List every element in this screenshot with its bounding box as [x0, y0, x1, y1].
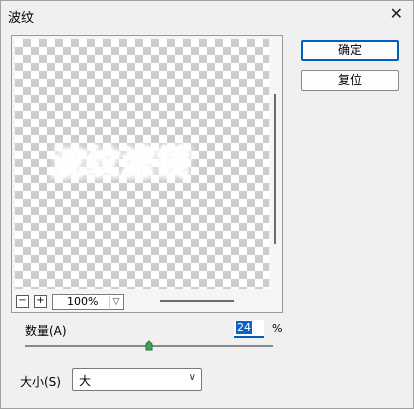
size-label: 大小(S) — [20, 375, 61, 389]
zoom-out-button[interactable]: − — [16, 295, 29, 308]
horizontal-scrollbar[interactable] — [160, 300, 234, 302]
ripple-dialog: 波纹 ✕ 波纹滤镜 − + 100% ▽ 确定 复位 数量(A) 24 % 大小… — [0, 0, 414, 409]
preview-panel: 波纹滤镜 − + 100% ▽ — [11, 35, 283, 313]
size-select[interactable]: 大 ∨ — [72, 368, 202, 391]
amount-value: 24 — [236, 321, 252, 334]
title-bar: 波纹 ✕ — [1, 1, 413, 29]
size-selected-value: 大 — [79, 374, 92, 388]
reset-button[interactable]: 复位 — [301, 70, 399, 91]
zoom-select[interactable]: 100% ▽ — [52, 294, 124, 310]
vertical-scrollbar[interactable] — [274, 94, 276, 244]
preview-canvas[interactable]: 波纹滤镜 — [15, 39, 269, 289]
dialog-title: 波纹 — [8, 11, 35, 26]
amount-unit: % — [272, 322, 283, 335]
zoom-value: 100% — [67, 295, 99, 308]
close-icon[interactable]: ✕ — [390, 4, 403, 23]
chevron-down-icon: ∨ — [188, 372, 196, 383]
amount-slider-thumb[interactable] — [145, 340, 153, 351]
preview-sample-text: 波纹滤镜 — [48, 143, 193, 183]
ok-button[interactable]: 确定 — [301, 40, 399, 61]
amount-input[interactable]: 24 — [234, 320, 264, 338]
amount-label: 数量(A) — [25, 324, 67, 338]
zoom-in-button[interactable]: + — [34, 295, 47, 308]
chevron-down-icon: ▽ — [109, 296, 122, 308]
